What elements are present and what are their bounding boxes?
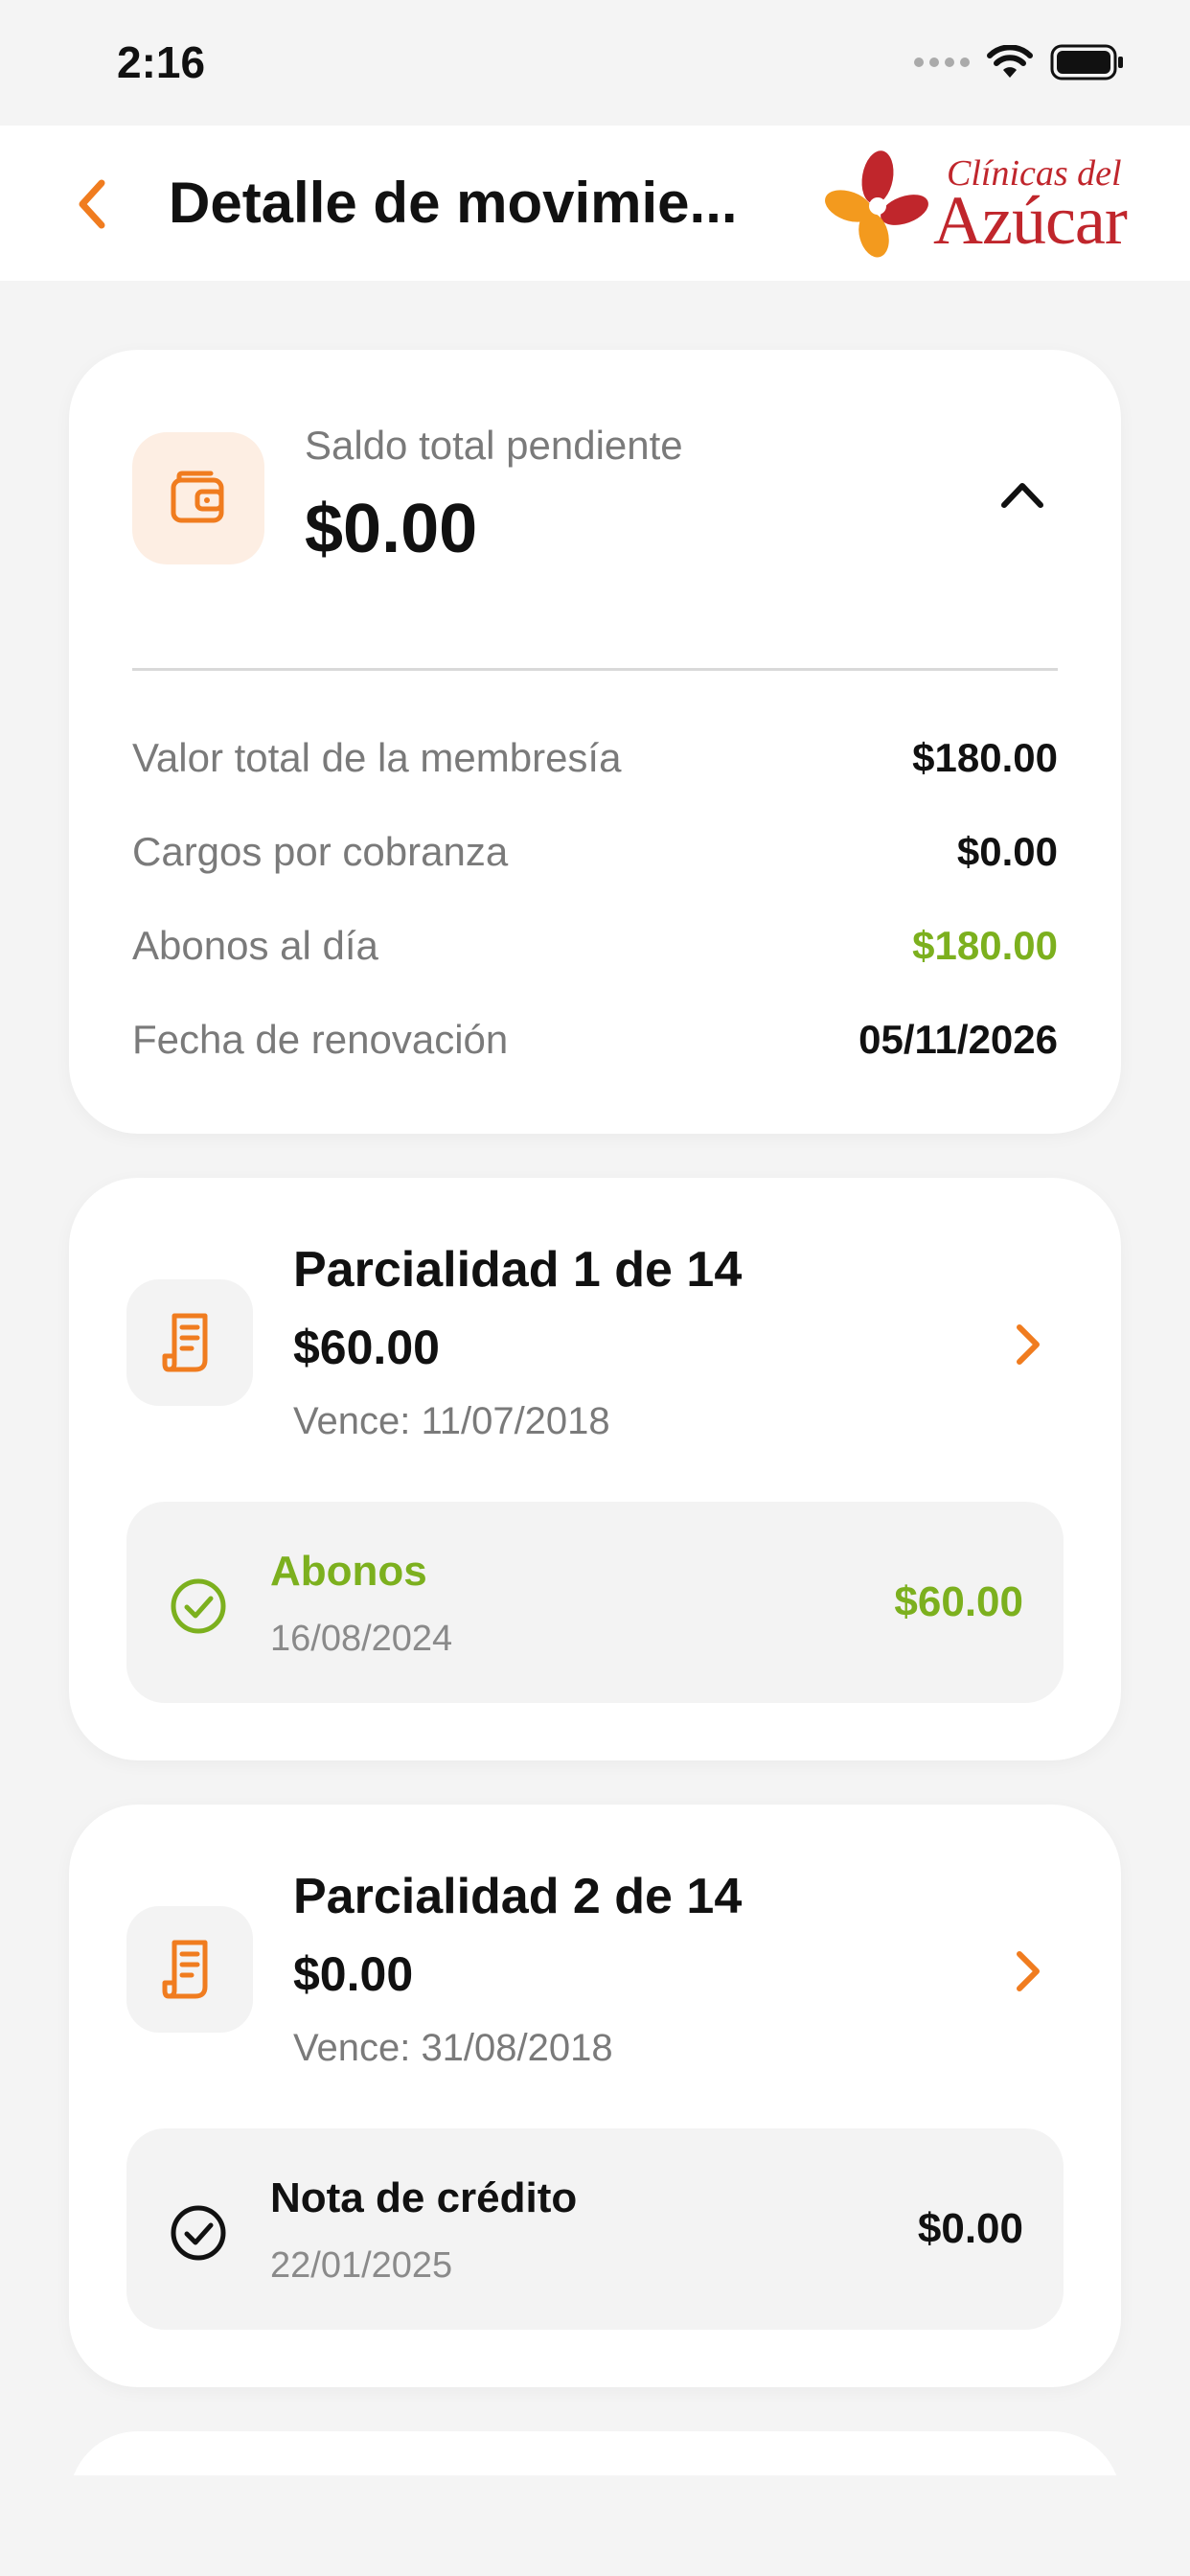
status-bar: 2:16 [0,0,1190,126]
row-value: 05/11/2026 [858,1017,1058,1062]
logo-text-azucar: Azúcar [933,182,1128,259]
installment-amount: $60.00 [293,1321,440,1374]
back-button[interactable] [75,175,123,233]
row-value: $180.00 [912,923,1058,968]
cellular-signal-icon [914,58,970,67]
installment-amount: $0.00 [293,1947,414,2001]
payment-type: Abonos [270,1548,427,1595]
chevron-right-icon [1017,1951,1040,1991]
row-label: Valor total de la membresía [132,735,622,780]
installment-card[interactable]: Parcialidad 1 de 14 $60.00 Vence: 11/07/… [69,1178,1121,1760]
navigation-bar: Detalle de movimie... Clínicas del Azúca… [0,126,1190,281]
payment-date: 22/01/2025 [270,2245,453,2286]
collection-charges-row: Cargos por cobranza $0.00 [132,823,1058,881]
wifi-icon [987,45,1033,78]
receipt-icon [162,1940,208,1999]
check-circle-icon [171,1578,226,1634]
payment-amount: $0.00 [917,2205,1023,2252]
status-time: 2:16 [117,37,206,87]
battery-icon [1050,44,1123,80]
installment-detail-button[interactable] [1010,1944,1048,1998]
installment-card[interactable]: Parcialidad 2 de 14 $0.00 Vence: 31/08/2… [69,1805,1121,2387]
pending-balance-amount: $0.00 [305,491,478,567]
installment-detail-button[interactable] [1010,1318,1048,1371]
membership-total-row: Valor total de la membresía $180.00 [132,729,1058,787]
installment-title: Parcialidad 2 de 14 [293,1869,743,1924]
check-circle-icon [171,2205,226,2261]
balance-summary-card: Saldo total pendiente $0.00 Valor total … [69,350,1121,1134]
divider [132,668,1058,671]
bottom-area [0,2475,1190,2576]
payments-to-date-row: Abonos al día $180.00 [132,917,1058,975]
row-value: $0.00 [956,829,1058,874]
renewal-date-row: Fecha de renovación 05/11/2026 [132,1011,1058,1069]
row-label: Abonos al día [132,923,378,968]
clinicas-del-azucar-logo: Clínicas del Azúcar [820,147,1165,262]
payment-entry: Abonos 16/08/2024 $60.00 [126,1502,1064,1703]
wallet-icon [171,471,224,523]
flower-logo-icon [825,150,928,258]
receipt-icon-box [126,1279,253,1406]
payment-entry: Nota de crédito 22/01/2025 $0.00 [126,2128,1064,2330]
pending-balance-label: Saldo total pendiente [305,423,683,468]
receipt-icon [162,1313,208,1372]
installment-due-date: Vence: 31/08/2018 [293,2027,613,2069]
payment-amount: $60.00 [894,1578,1023,1625]
payment-date: 16/08/2024 [270,1619,453,1659]
chevron-right-icon [1017,1324,1040,1365]
installment-title: Parcialidad 1 de 14 [293,1242,743,1298]
payment-type: Nota de crédito [270,2174,578,2221]
row-value: $180.00 [912,735,1058,780]
receipt-icon-box [126,1906,253,2033]
row-label: Cargos por cobranza [132,829,509,874]
installment-due-date: Vence: 11/07/2018 [293,1400,610,1442]
page-title: Detalle de movimie... [169,171,738,235]
row-label: Fecha de renovación [132,1017,509,1062]
wallet-icon-box [132,432,264,564]
chevron-up-icon [1001,483,1043,508]
collapse-button[interactable] [996,474,1048,513]
status-icons [914,44,1125,80]
chevron-left-icon [79,179,105,229]
